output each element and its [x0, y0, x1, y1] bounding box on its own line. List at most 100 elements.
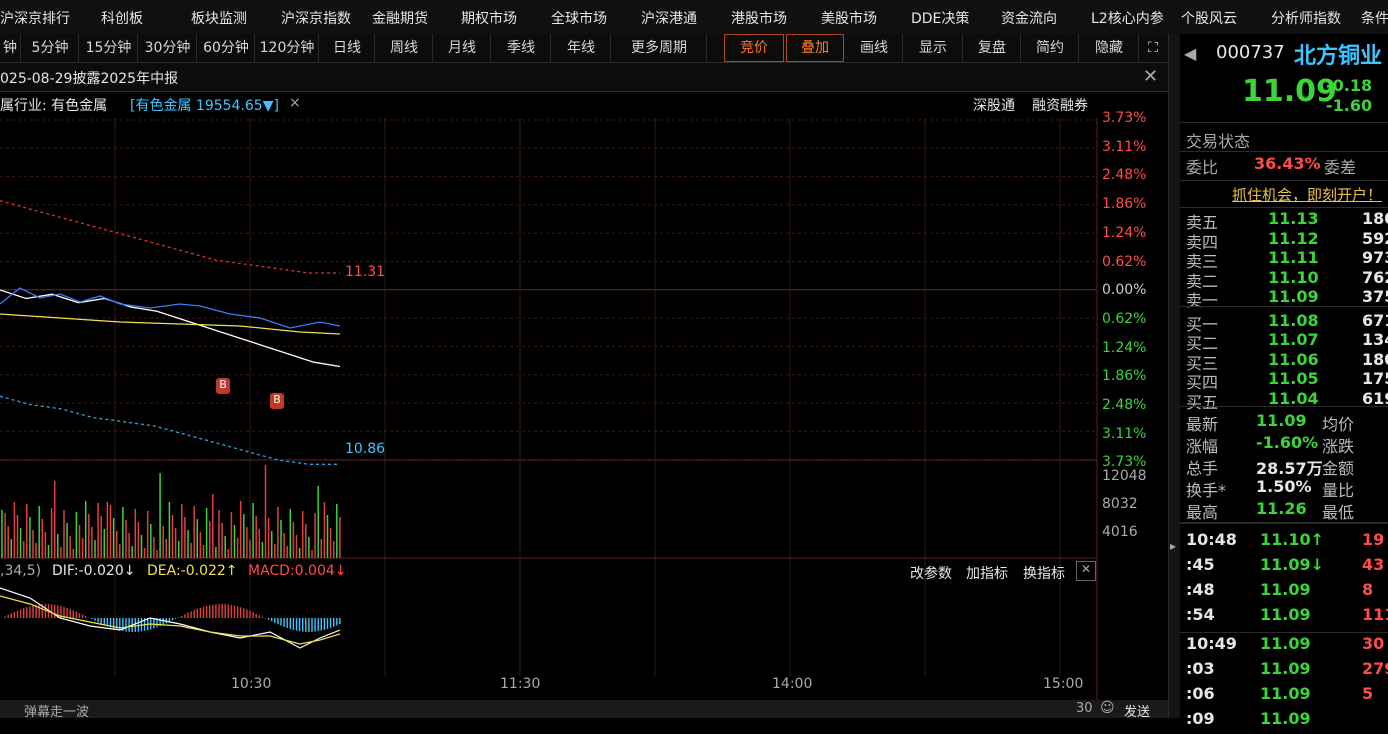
- menu-futures[interactable]: 金融期货: [372, 8, 428, 28]
- order-price: 11.04: [1268, 388, 1319, 408]
- close-icon[interactable]: ✕: [1143, 66, 1158, 87]
- switch-indicator-button[interactable]: 换指标: [1023, 563, 1065, 583]
- period-more[interactable]: 更多周期: [612, 34, 707, 62]
- order-row[interactable]: 卖五11.13180: [1180, 209, 1388, 232]
- buy-marker-2[interactable]: B: [270, 393, 284, 409]
- notice-text[interactable]: 025-08-29披露2025年中报: [0, 68, 178, 88]
- menu-condition[interactable]: 条件: [1361, 8, 1388, 28]
- order-row[interactable]: 卖三11.11973: [1180, 248, 1388, 271]
- collapse-icon[interactable]: ▸: [1170, 539, 1176, 553]
- tick-list[interactable]: 10:48 11.10↑ 19:45 11.09↓ 43:48 11.09 8:54 11.0…: [1180, 530, 1388, 728]
- macd-value: MACD:0.004↓: [248, 563, 347, 579]
- period-min[interactable]: 钟: [0, 34, 21, 62]
- order-row[interactable]: 买四11.051752: [1180, 369, 1388, 392]
- promo-banner[interactable]: 抓住机会，即刻开户！: [1180, 180, 1388, 208]
- time-label-1030: 10:30: [231, 676, 272, 692]
- order-row[interactable]: 买三11.061803: [1180, 349, 1388, 373]
- order-price: 11.11: [1268, 248, 1319, 267]
- time-label-1500: 15:00: [1043, 676, 1084, 692]
- weicha-label: 委差: [1324, 158, 1357, 177]
- danmaku-bar: 弹幕走一波 30 ☺ 发送: [0, 700, 1168, 720]
- period-quarter[interactable]: 季线: [492, 34, 551, 62]
- period-year[interactable]: 年线: [552, 34, 611, 62]
- menu-analyst[interactable]: 分析师指数: [1271, 8, 1341, 28]
- display-button[interactable]: 显示: [904, 34, 963, 62]
- menu-ranking[interactable]: 沪深京排行: [0, 8, 70, 28]
- period-month[interactable]: 月线: [434, 34, 491, 62]
- period-5min[interactable]: 5分钟: [22, 34, 79, 62]
- macd-dea: DEA:-0.022↑: [147, 563, 238, 579]
- tick-row[interactable]: :45 11.09↓ 43: [1180, 555, 1388, 580]
- tick-row[interactable]: :09 11.09: [1180, 709, 1388, 734]
- order-volume: 762: [1362, 267, 1388, 287]
- lower-band-label: 10.86: [345, 441, 386, 457]
- period-toolbar: 钟 5分钟 15分钟 30分钟 60分钟 120分钟 日线 周线 月线 季线 年…: [0, 34, 1168, 63]
- order-row[interactable]: 买二11.071340: [1180, 330, 1388, 353]
- order-price: 11.12: [1268, 228, 1319, 248]
- simple-button[interactable]: 简约: [1022, 34, 1079, 62]
- industry-close-icon[interactable]: ×: [289, 95, 301, 111]
- margin-tag[interactable]: 融资融券: [1032, 95, 1088, 115]
- chart-area[interactable]: [0, 118, 1168, 700]
- order-price: 11.06: [1268, 349, 1319, 369]
- emoji-icon[interactable]: ☺: [1100, 700, 1115, 716]
- menu-hk[interactable]: 港股市场: [731, 8, 787, 28]
- stat-value: 11.09: [1256, 411, 1307, 430]
- stats-divider: [1180, 522, 1388, 524]
- promo-link[interactable]: 抓住机会，即刻开户！: [1232, 184, 1382, 205]
- menu-us[interactable]: 美股市场: [821, 8, 877, 28]
- stat-value: 28.57万: [1256, 459, 1323, 478]
- macd-params-button[interactable]: 改参数: [910, 563, 952, 583]
- tick-separator: [1180, 632, 1388, 633]
- menu-sector-monitor[interactable]: 板块监测: [191, 8, 247, 28]
- order-row[interactable]: 买五11.04619: [1180, 388, 1388, 412]
- danmaku-input[interactable]: 弹幕走一波: [24, 701, 89, 720]
- menu-global[interactable]: 全球市场: [551, 8, 607, 28]
- menu-star-board[interactable]: 科创板: [101, 8, 143, 28]
- prev-stock-icon[interactable]: ◀: [1184, 44, 1196, 63]
- period-day[interactable]: 日线: [320, 34, 375, 62]
- tick-row[interactable]: :03 11.09 279: [1180, 659, 1388, 684]
- pct-label: 3.11%: [1102, 425, 1147, 442]
- menu-index[interactable]: 沪深京指数: [281, 8, 351, 28]
- industry-index-link[interactable]: [有色金属 19554.65▼]: [130, 95, 279, 115]
- hide-button[interactable]: 隐藏: [1080, 34, 1139, 62]
- stat-row: 最新 11.09 均价: [1180, 411, 1388, 434]
- menu-fund-flow[interactable]: 资金流向: [1001, 8, 1057, 28]
- add-indicator-button[interactable]: 加指标: [966, 563, 1008, 583]
- macd-close-icon[interactable]: ✕: [1076, 561, 1096, 581]
- period-120min[interactable]: 120分钟: [256, 34, 319, 62]
- menu-dde[interactable]: DDE决策: [911, 8, 969, 28]
- period-15min[interactable]: 15分钟: [80, 34, 138, 62]
- last-price: 11.09: [1242, 74, 1337, 109]
- auction-button[interactable]: 竞价: [724, 34, 784, 62]
- tick-row[interactable]: :54 11.09 111: [1180, 605, 1388, 630]
- tick-row[interactable]: :06 11.09 5: [1180, 684, 1388, 709]
- stat-label: 涨幅: [1186, 437, 1219, 456]
- menu-connect[interactable]: 沪深港通: [641, 8, 697, 28]
- order-row[interactable]: 买一11.08671: [1180, 311, 1388, 334]
- send-button[interactable]: 发送: [1124, 701, 1150, 720]
- order-row[interactable]: 卖一 11.09 375: [1180, 287, 1388, 310]
- menu-options[interactable]: 期权市场: [461, 8, 517, 28]
- order-row[interactable]: 卖二11.10762: [1180, 267, 1388, 291]
- tick-row[interactable]: 10:49 11.09 30: [1180, 634, 1388, 659]
- connect-tag[interactable]: 深股通: [973, 95, 1015, 115]
- replay-button[interactable]: 复盘: [964, 34, 1021, 62]
- fullscreen-icon[interactable]: ⛶: [1140, 34, 1166, 62]
- tick-row[interactable]: 10:48 11.10↑ 19: [1180, 530, 1388, 555]
- stat-right-label: 量比: [1322, 481, 1355, 500]
- order-row[interactable]: 卖四11.12592: [1180, 228, 1388, 252]
- overlay-button[interactable]: 叠加: [786, 34, 844, 62]
- draw-button[interactable]: 画线: [846, 34, 903, 62]
- tick-row[interactable]: :48 11.09 8: [1180, 580, 1388, 605]
- period-60min[interactable]: 60分钟: [198, 34, 255, 62]
- menu-stock-news[interactable]: 个股风云: [1181, 8, 1237, 28]
- menu-l2[interactable]: L2核心内参: [1091, 8, 1164, 28]
- period-week[interactable]: 周线: [376, 34, 433, 62]
- pct-axis: 3.73% 3.11% 2.48% 1.86% 1.24% 0.62% 0.00% 0.62%…: [1100, 110, 1160, 470]
- tick-price: 11.09: [1260, 684, 1311, 703]
- tick-volume: 111: [1362, 605, 1388, 624]
- period-30min[interactable]: 30分钟: [139, 34, 197, 62]
- buy-marker-1[interactable]: B: [216, 378, 230, 394]
